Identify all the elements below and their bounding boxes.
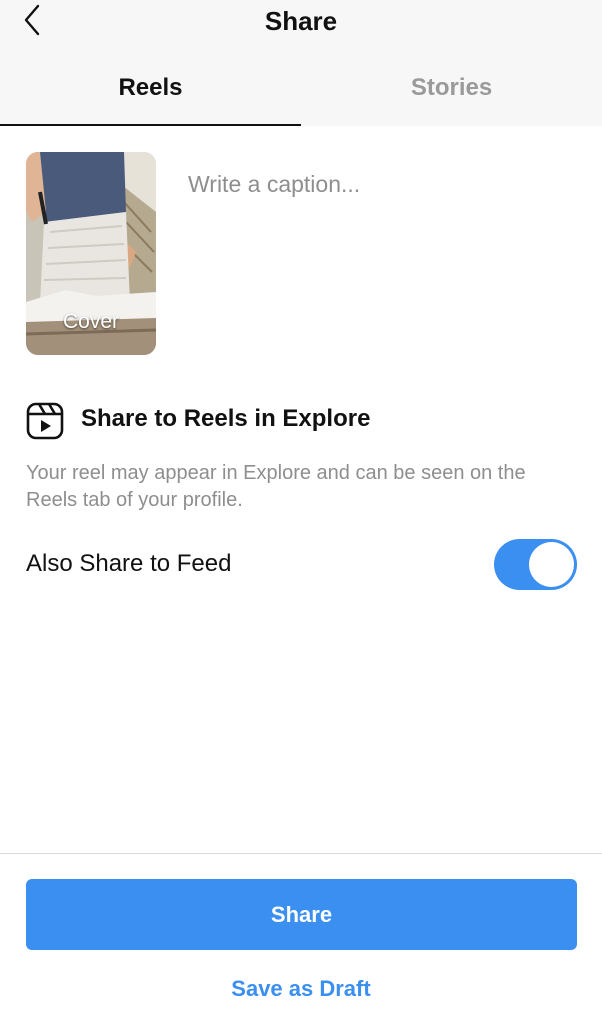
divider xyxy=(0,853,602,854)
share-to-explore-description: Your reel may appear in Explore and can … xyxy=(26,462,526,511)
reels-icon xyxy=(26,402,64,440)
tab-reels[interactable]: Reels xyxy=(0,74,301,102)
share-to-explore-title: Share to Reels in Explore xyxy=(81,405,371,432)
caption-input[interactable] xyxy=(188,164,578,204)
share-to-feed-toggle[interactable] xyxy=(494,539,577,590)
cover-label: Cover xyxy=(62,310,120,333)
page-title: Share xyxy=(264,6,338,36)
share-to-feed-label: Also Share to Feed xyxy=(26,550,232,577)
save-as-draft-button[interactable]: Save as Draft xyxy=(0,976,602,1002)
active-tab-indicator xyxy=(0,124,301,126)
header-bar: Share Reels Stories xyxy=(0,0,602,126)
toggle-knob xyxy=(529,542,574,587)
cover-thumbnail[interactable]: Cover xyxy=(26,152,156,355)
tab-stories[interactable]: Stories xyxy=(301,74,602,102)
share-button[interactable]: Share xyxy=(26,879,577,950)
